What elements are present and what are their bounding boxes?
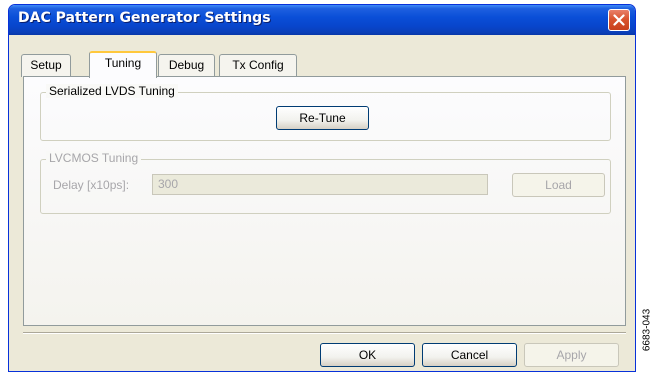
lvds-tuning-group: Serialized LVDS Tuning Re-Tune: [40, 84, 611, 141]
tuning-tab-panel: Serialized LVDS Tuning Re-Tune LVCMOS Tu…: [23, 76, 626, 326]
window-title: DAC Pattern Generator Settings: [18, 10, 271, 26]
title-bar[interactable]: DAC Pattern Generator Settings: [9, 5, 635, 35]
delay-label: Delay [x10ps]:: [53, 178, 130, 192]
retune-button[interactable]: Re-Tune: [276, 106, 369, 130]
settings-dialog: DAC Pattern Generator Settings Setup Tun…: [8, 4, 636, 372]
footer-separator: [23, 332, 626, 334]
close-icon: [613, 14, 625, 26]
figure-code: 6683-043: [640, 300, 654, 360]
close-button[interactable]: [608, 9, 630, 31]
lvds-group-title: Serialized LVDS Tuning: [46, 84, 178, 98]
figure-code-text: 6683-043: [641, 308, 653, 352]
apply-button[interactable]: Apply: [524, 343, 619, 367]
tab-debug[interactable]: Debug: [158, 54, 215, 77]
lvcmos-group-title: LVCMOS Tuning: [46, 151, 142, 165]
tab-setup[interactable]: Setup: [21, 54, 71, 77]
load-button[interactable]: Load: [512, 173, 605, 197]
dialog-client-area: Setup Tuning Debug Tx Config Serialized …: [9, 35, 635, 371]
tab-tx-config[interactable]: Tx Config: [219, 54, 297, 77]
delay-input[interactable]: 300: [152, 174, 488, 195]
ok-button[interactable]: OK: [320, 343, 415, 367]
lvcmos-tuning-group: LVCMOS Tuning Delay [x10ps]: 300 Load: [40, 151, 611, 214]
tab-tuning[interactable]: Tuning: [89, 51, 157, 78]
cancel-button[interactable]: Cancel: [422, 343, 517, 367]
